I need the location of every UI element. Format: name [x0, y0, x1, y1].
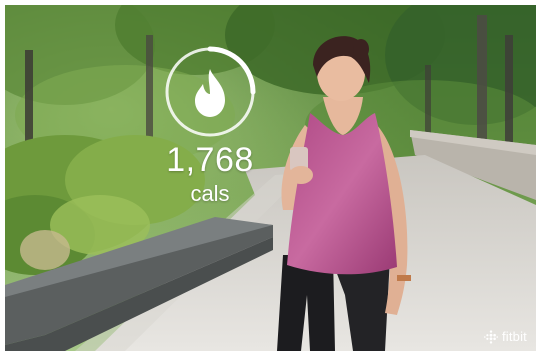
calories-value: 1,768: [166, 141, 254, 179]
calorie-progress-ring: [163, 45, 257, 139]
brand-logo: fitbit: [483, 329, 527, 345]
calories-unit: cals: [190, 181, 230, 206]
fitbit-dots-icon: [483, 330, 498, 344]
walking-woman-photo: [5, 5, 536, 351]
promo-image: 1,768 cals fitbit: [5, 5, 536, 351]
flame-icon: [195, 69, 225, 117]
brand-name: fitbit: [501, 329, 527, 344]
